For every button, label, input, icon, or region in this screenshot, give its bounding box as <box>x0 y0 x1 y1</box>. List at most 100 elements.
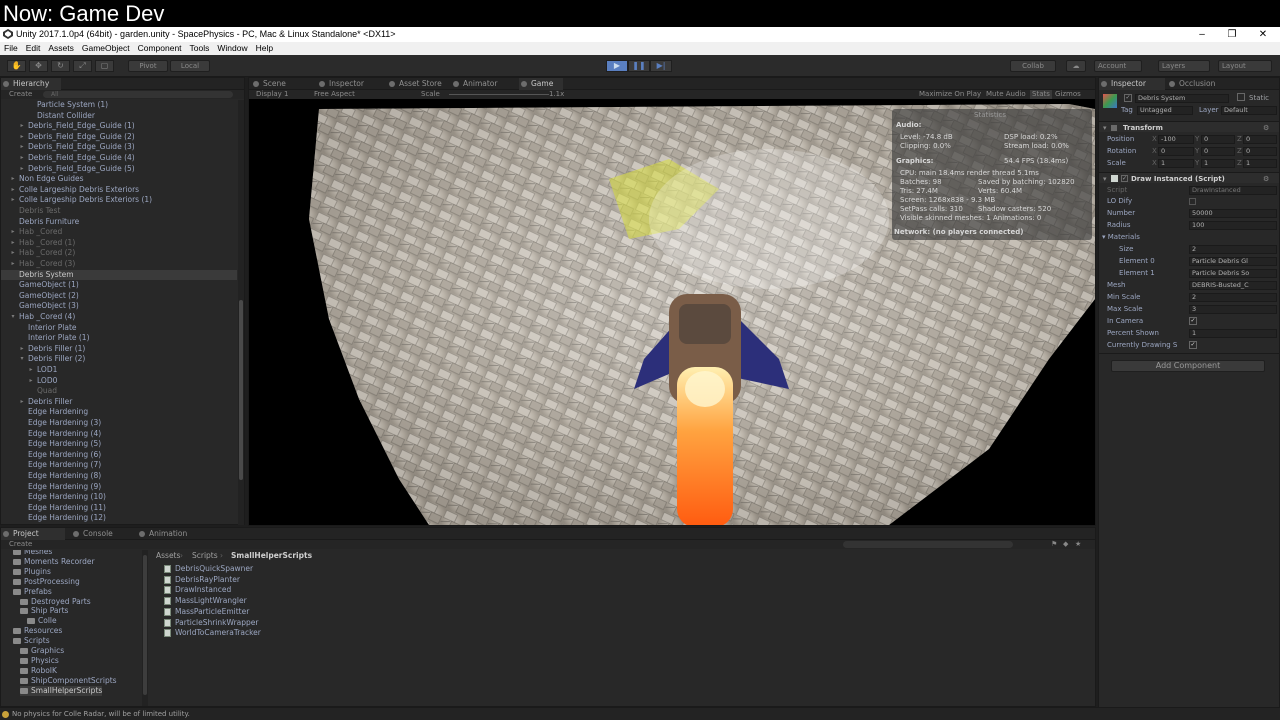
rotation-z-field[interactable]: 0 <box>1243 147 1277 156</box>
hierarchy-scroll-thumb[interactable] <box>239 300 243 480</box>
hierarchy-item[interactable]: Edge Hardening (6) <box>1 450 237 461</box>
expand-arrow-icon[interactable]: ▸ <box>18 397 26 408</box>
rotation-x-field[interactable]: 0 <box>1158 147 1194 156</box>
collab-button[interactable]: Collab <box>1010 60 1056 72</box>
status-message[interactable]: No physics for Colle Radar, will be of l… <box>12 710 190 718</box>
label-icon[interactable]: ◆ <box>1063 540 1068 549</box>
gizmos-dropdown[interactable]: Gizmos <box>1055 90 1081 99</box>
breadcrumb-scripts[interactable]: Scripts <box>192 550 218 561</box>
number-field[interactable]: 50000 <box>1189 209 1277 218</box>
tab-asset-store[interactable]: Asset Store <box>387 78 449 90</box>
tab-game[interactable]: Game <box>519 78 563 90</box>
rotation-y-field[interactable]: 0 <box>1201 147 1235 156</box>
menu-gameobject[interactable]: GameObject <box>78 42 134 55</box>
hierarchy-item[interactable]: Edge Hardening (8) <box>1 471 237 482</box>
expand-arrow-icon[interactable]: ▸ <box>9 195 17 206</box>
pause-button[interactable]: ❚❚ <box>628 60 650 72</box>
layout-dropdown[interactable]: Layout <box>1218 60 1272 72</box>
expand-arrow-icon[interactable]: ▸ <box>18 153 26 164</box>
move-tool-icon[interactable]: ✥ <box>29 60 48 72</box>
hierarchy-item[interactable]: ▸ Hab _Cored (2) <box>1 248 237 259</box>
tab-occlusion[interactable]: Occlusion <box>1167 78 1233 90</box>
hierarchy-item[interactable]: Edge Hardening (9) <box>1 482 237 493</box>
hierarchy-item[interactable]: ▾ Hab _Cored (4) <box>1 312 237 323</box>
hierarchy-item[interactable]: ▸ Debris_Field_Edge_Guide (5) <box>1 164 237 175</box>
tab-hierarchy[interactable]: Hierarchy <box>1 78 61 90</box>
min-scale-field[interactable]: 2 <box>1189 293 1277 302</box>
folder-tree-scroll-thumb[interactable] <box>143 555 147 695</box>
expand-arrow-icon[interactable]: ▸ <box>9 174 17 185</box>
tab-scene[interactable]: Scene <box>251 78 315 90</box>
static-checkbox[interactable] <box>1237 93 1245 101</box>
expand-arrow-icon[interactable]: ▸ <box>27 365 35 376</box>
scale-tool-icon[interactable]: ⤢ <box>73 60 92 72</box>
hierarchy-scrollbar[interactable] <box>238 100 244 525</box>
rotate-tool-icon[interactable]: ↻ <box>51 60 70 72</box>
asset-item[interactable]: MassParticleEmitter <box>164 607 249 618</box>
hierarchy-search-input[interactable]: All <box>43 91 233 98</box>
hierarchy-item[interactable]: Quad <box>1 386 237 397</box>
scale-z-field[interactable]: 1 <box>1243 159 1277 168</box>
element0-field[interactable]: Particle Debris Gl <box>1189 257 1277 266</box>
maximize-on-play-toggle[interactable]: Maximize On Play <box>919 90 981 99</box>
expand-arrow-icon[interactable]: ▸ <box>9 259 17 270</box>
menu-file[interactable]: File <box>0 42 22 55</box>
hierarchy-item[interactable]: Interior Plate <box>1 323 237 334</box>
position-x-field[interactable]: -100 <box>1158 135 1194 144</box>
menu-component[interactable]: Component <box>134 42 186 55</box>
pivot-toggle[interactable]: Pivot <box>128 60 168 72</box>
asset-item[interactable]: MassLightWrangler <box>164 596 247 607</box>
active-checkbox[interactable]: ✓ <box>1124 94 1132 102</box>
play-button[interactable]: ▶ <box>606 60 628 72</box>
mesh-field[interactable]: DEBRIS-Busted_C <box>1189 281 1277 290</box>
tab-console[interactable]: Console <box>71 528 133 540</box>
materials-foldout[interactable]: ▾ Materials <box>1102 232 1140 242</box>
transform-header[interactable]: ▾ Transform ⚙ <box>1099 121 1279 132</box>
hierarchy-item[interactable]: GameObject (1) <box>1 280 237 291</box>
object-name-field[interactable]: Debris System <box>1135 94 1229 103</box>
hierarchy-item[interactable]: Debris Furniture <box>1 217 237 228</box>
asset-item[interactable]: WorldToCameraTracker <box>164 628 261 639</box>
asset-item[interactable]: DebrisRayPlanter <box>164 575 240 586</box>
cloud-icon[interactable]: ☁ <box>1066 60 1086 72</box>
max-scale-field[interactable]: 3 <box>1189 305 1277 314</box>
close-button[interactable]: ✕ <box>1248 27 1278 42</box>
component-enabled-checkbox[interactable]: ✓ <box>1121 175 1128 182</box>
minimize-button[interactable]: – <box>1187 27 1217 42</box>
local-toggle[interactable]: Local <box>170 60 210 72</box>
hierarchy-item[interactable]: ▾ Debris Filler (2) <box>1 354 237 365</box>
breadcrumb-assets[interactable]: Assets <box>156 550 180 561</box>
expand-arrow-icon[interactable]: ▸ <box>18 164 26 175</box>
restore-button[interactable]: ❐ <box>1217 27 1247 42</box>
folder-item[interactable]: SmallHelperScripts <box>20 685 103 697</box>
menu-help[interactable]: Help <box>252 42 277 55</box>
hierarchy-item[interactable]: Edge Hardening (4) <box>1 429 237 440</box>
hierarchy-item[interactable]: ▸ Colle Largeship Debris Exteriors <box>1 185 237 196</box>
tab-project[interactable]: Project <box>1 528 65 540</box>
hierarchy-item[interactable]: Edge Hardening <box>1 407 237 418</box>
asset-item[interactable]: DebrisQuickSpawner <box>164 564 253 575</box>
hierarchy-item[interactable]: Edge Hardening (5) <box>1 439 237 450</box>
hierarchy-item[interactable]: Edge Hardening (10) <box>1 492 237 503</box>
hierarchy-item[interactable]: ▸ Hab _Cored <box>1 227 237 238</box>
hand-tool-icon[interactable]: ✋ <box>7 60 26 72</box>
expand-arrow-icon[interactable]: ▸ <box>9 185 17 196</box>
expand-arrow-icon[interactable]: ▾ <box>9 312 17 323</box>
expand-arrow-icon[interactable]: ▸ <box>18 121 26 132</box>
hierarchy-item[interactable]: Edge Hardening (3) <box>1 418 237 429</box>
add-component-button[interactable]: Add Component <box>1111 360 1265 372</box>
hierarchy-item[interactable]: ▸ Debris Filler <box>1 397 237 408</box>
asset-item[interactable]: ParticleShrinkWrapper <box>164 618 258 629</box>
breadcrumb-current[interactable]: SmallHelperScripts <box>231 550 312 561</box>
hierarchy-item[interactable]: ▸ Hab _Cored (3) <box>1 259 237 270</box>
hierarchy-item[interactable]: GameObject (3) <box>1 301 237 312</box>
menu-tools[interactable]: Tools <box>186 42 214 55</box>
tag-dropdown[interactable]: Untagged <box>1137 106 1193 115</box>
expand-arrow-icon[interactable]: ▸ <box>9 238 17 249</box>
scale-y-field[interactable]: 1 <box>1201 159 1235 168</box>
game-viewport[interactable]: Statistics Audio: Level: -74.8 dB DSP lo… <box>249 99 1095 525</box>
percent-shown-field[interactable]: 1 <box>1189 329 1277 338</box>
hierarchy-item[interactable]: ▸ Debris_Field_Edge_Guide (3) <box>1 142 237 153</box>
expand-arrow-icon[interactable]: ▸ <box>18 344 26 355</box>
hierarchy-item[interactable]: Interior Plate (1) <box>1 333 237 344</box>
